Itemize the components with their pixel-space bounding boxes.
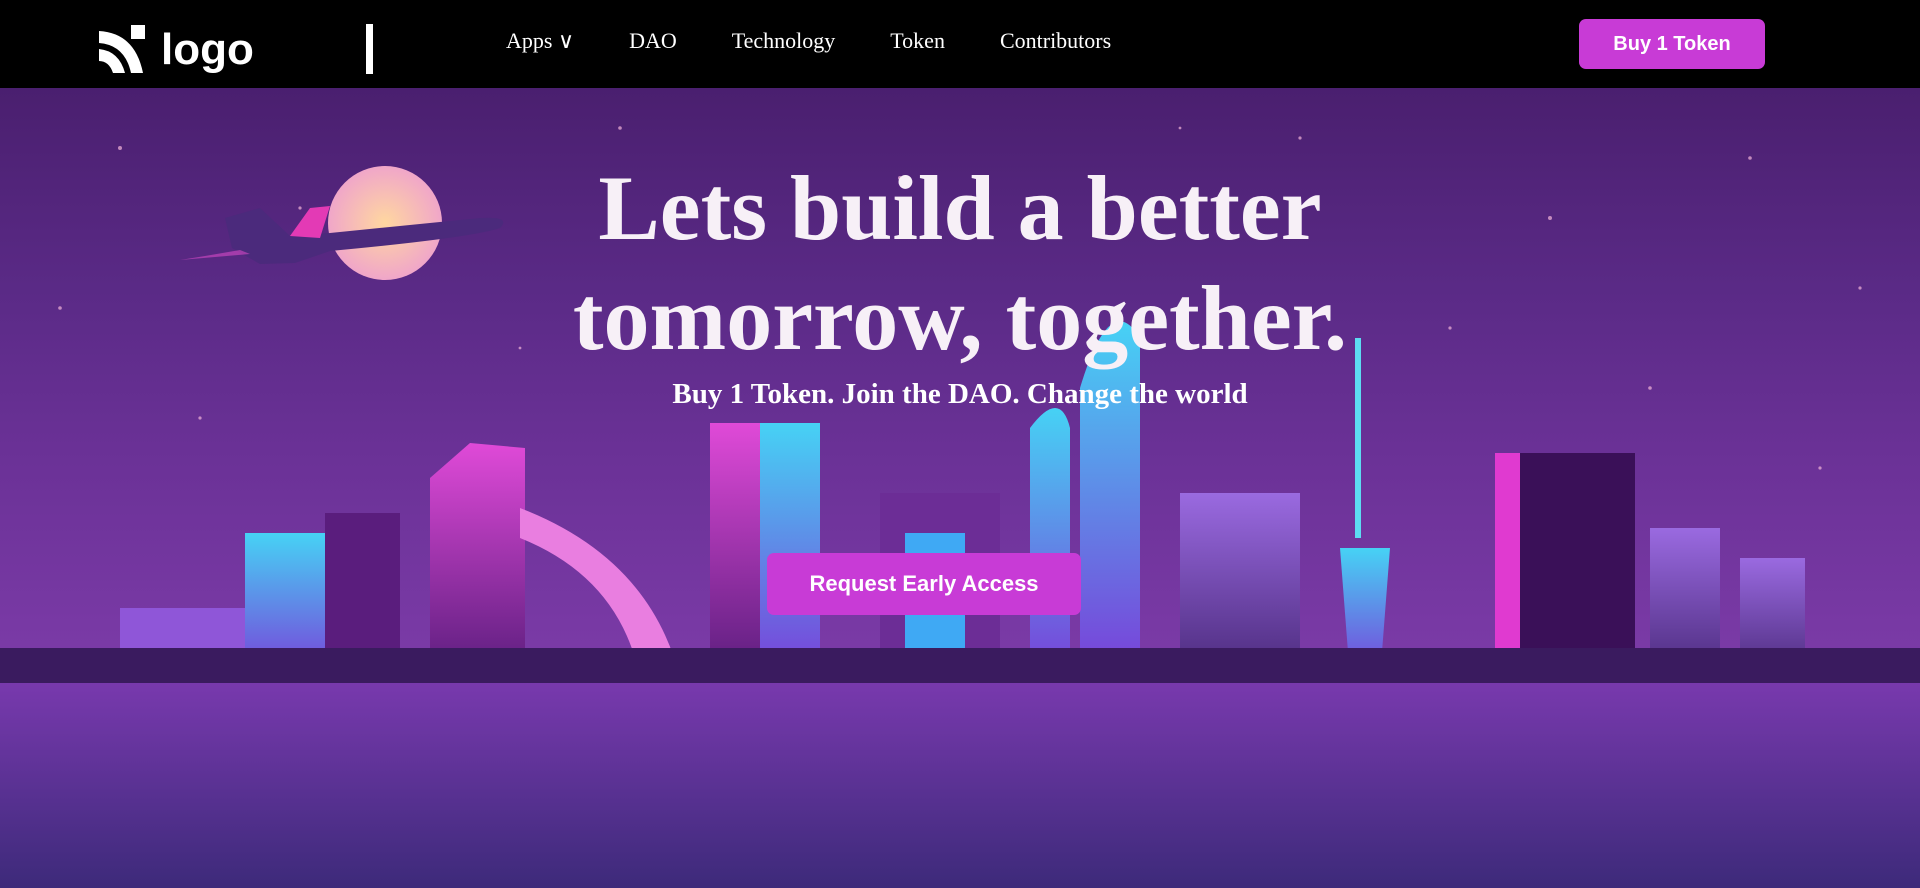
nav-item-dao[interactable]: DAO	[629, 28, 677, 54]
nav-item-contributors[interactable]: Contributors	[1000, 28, 1111, 54]
hero-headline-line2: tomorrow, together.	[572, 267, 1348, 370]
brand-logo[interactable]: logo	[95, 22, 254, 78]
hero-headline-line1: Lets build a better	[598, 157, 1322, 259]
rss-logo-icon	[99, 25, 145, 73]
hero-section: Lets build a better tomorrow, together. …	[0, 88, 1920, 888]
request-early-access-button[interactable]: Request Early Access	[767, 553, 1081, 615]
nav-item-technology[interactable]: Technology	[732, 28, 836, 54]
header-divider	[366, 24, 373, 74]
main-menu: Apps ∨ DAO Technology Token Contributors	[506, 28, 1166, 54]
top-nav: logo Apps ∨ DAO Technology Token Contrib…	[0, 0, 1920, 88]
hero-subheadline: Buy 1 Token. Join the DAO. Change the wo…	[672, 378, 1248, 410]
hero-headline: Lets build a better tomorrow, together.	[0, 153, 1920, 374]
logo-text: logo	[161, 25, 254, 74]
nav-item-apps[interactable]: Apps ∨	[506, 28, 574, 54]
nav-item-token[interactable]: Token	[890, 28, 945, 54]
buy-token-button[interactable]: Buy 1 Token	[1579, 19, 1765, 69]
